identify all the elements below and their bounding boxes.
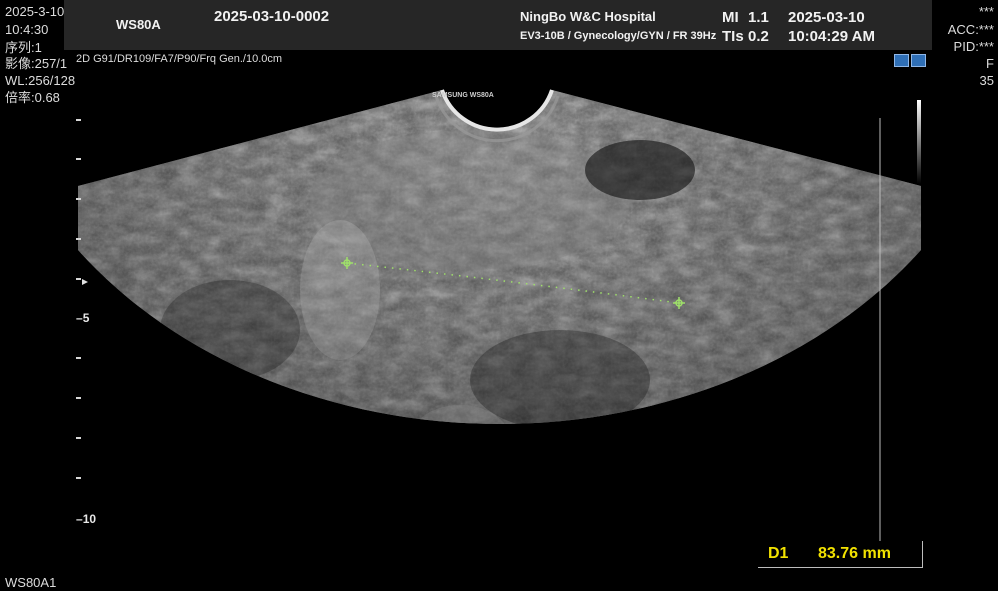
depth-tick xyxy=(76,357,81,359)
depth-label-5: –5 xyxy=(76,311,90,325)
depth-tick xyxy=(76,278,81,280)
depth-tick xyxy=(76,119,81,121)
probe-logo: SAMSUNG WS80A xyxy=(432,92,494,99)
footer-label: WS80A1 xyxy=(5,575,57,590)
focus-marker-icon xyxy=(82,279,88,285)
measurement-value: 83.76 mm xyxy=(818,545,891,562)
grayscale-bar xyxy=(917,100,921,184)
ultrasound-image: SAMSUNG WS80A xyxy=(78,89,921,541)
depth-tick xyxy=(76,198,81,200)
depth-tick xyxy=(76,477,81,479)
depth-tick xyxy=(76,437,81,439)
depth-tick xyxy=(76,238,81,240)
depth-label-10: –10 xyxy=(76,512,97,526)
measurement-label: D1 xyxy=(768,545,789,562)
depth-tick xyxy=(76,397,81,399)
depth-tick xyxy=(76,158,81,160)
